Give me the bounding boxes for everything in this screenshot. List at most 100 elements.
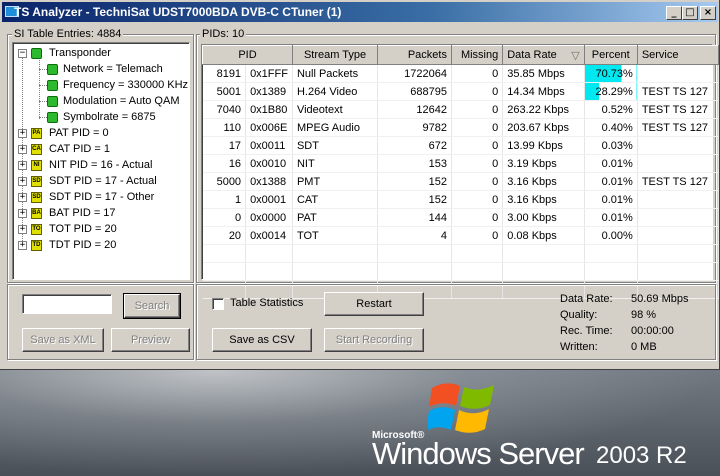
percent-cell: 0.01%	[584, 208, 638, 227]
column-header-missing[interactable]: Missing	[450, 45, 504, 65]
packets-cell: 12642	[377, 100, 452, 119]
pid-decimal-cell: 0	[202, 208, 247, 227]
data-rate-cell: 3.00 Kbps	[502, 208, 585, 227]
expand-icon[interactable]: +	[18, 241, 27, 250]
empty-cell	[377, 244, 452, 263]
service-cell: TEST TS 127	[637, 118, 720, 137]
empty-cell	[202, 244, 247, 263]
missing-cell: 0	[451, 172, 504, 191]
maximize-button[interactable]: □	[682, 6, 698, 20]
pid-hex-cell: 0x1FFF	[245, 64, 293, 83]
stream-type-cell: PAT	[292, 208, 379, 227]
service-cell	[637, 190, 720, 209]
save-as-xml-button[interactable]: Save as XML	[22, 328, 104, 352]
table-row[interactable]: 1 0x0001 CAT 152 0 3.16 Kbps 0.01%	[202, 190, 720, 209]
expand-icon[interactable]: +	[18, 225, 27, 234]
pid-hex-cell: 0x0001	[245, 190, 293, 209]
empty-cell	[502, 244, 585, 263]
column-header-percent[interactable]: Percent	[583, 45, 638, 65]
empty-cell	[584, 244, 638, 263]
tree-node-label: Frequency = 330000 KHz	[63, 79, 189, 91]
tree-node-label: PAT PID = 0	[49, 127, 109, 139]
missing-cell: 0	[451, 154, 504, 173]
missing-cell: 0	[451, 100, 504, 119]
stream-type-cell: PMT	[292, 172, 379, 191]
missing-cell: 0	[451, 190, 504, 209]
table-row[interactable]: 8191 0x1FFF Null Packets 1722064 0 35.85 Mbps…	[202, 64, 720, 83]
column-header-pid[interactable]: PID	[202, 45, 293, 65]
table-row[interactable]: 16 0x0010 NIT 153 0 3.19 Kbps 0.01%	[202, 154, 720, 173]
service-cell	[637, 226, 720, 245]
column-header-data-rate[interactable]: Data Rate ▽	[502, 45, 585, 65]
table-row[interactable]: 20 0x0014 TOT 4 0 0.08 Kbps 0.00%	[202, 226, 720, 245]
percent-cell: 0.01%	[584, 154, 638, 173]
minimize-button[interactable]: _	[666, 6, 682, 20]
collapse-icon[interactable]: −	[18, 49, 27, 58]
close-button[interactable]: ×	[700, 6, 716, 20]
stream-type-cell: Videotext	[292, 100, 379, 119]
table-row[interactable]: 5001 0x1389 H.264 Video 688795 0 14.34 Mbps 28…	[202, 82, 720, 101]
expand-icon[interactable]: +	[18, 209, 27, 218]
version-label: 2003 R2	[596, 442, 687, 469]
tree-node-label: NIT PID = 16 - Actual	[49, 159, 153, 171]
column-header-label: Packets	[407, 49, 447, 61]
written-value: 0 MB	[631, 341, 657, 353]
save-as-csv-button[interactable]: Save as CSV	[212, 328, 312, 352]
percent-cell: 0.40%	[584, 118, 638, 137]
packets-cell: 144	[377, 208, 452, 227]
transponder-icon	[31, 48, 42, 59]
start-recording-button[interactable]: Start Recording	[324, 328, 424, 352]
expand-icon[interactable]: +	[18, 193, 27, 202]
pid-decimal-cell: 20	[202, 226, 247, 245]
expand-icon[interactable]: +	[18, 161, 27, 170]
tree-node-label: TOT PID = 20	[49, 223, 117, 235]
expand-icon[interactable]: +	[18, 177, 27, 186]
table-icon: CA	[31, 144, 42, 155]
ts-analyzer-window: TS Analyzer - TechniSat UDST7000BDA DVB-…	[0, 0, 720, 370]
data-rate-value: 50.69 Mbps	[631, 293, 689, 305]
packets-cell: 688795	[377, 82, 452, 101]
stream-type-cell: NIT	[292, 154, 379, 173]
start-recording-label: Start Recording	[335, 334, 413, 346]
column-header-packets[interactable]: Packets	[377, 45, 452, 65]
window-title: TS Analyzer - TechniSat UDST7000BDA DVB-…	[14, 5, 342, 19]
search-button-label: Search	[134, 300, 170, 312]
windows-server-label: Windows Server	[372, 436, 585, 471]
parameter-icon	[47, 112, 58, 123]
service-cell	[637, 208, 720, 227]
table-icon: SD	[31, 192, 42, 203]
expand-icon[interactable]: +	[18, 129, 27, 138]
empty-cell	[292, 244, 379, 263]
data-rate-cell: 14.34 Mbps	[502, 82, 585, 101]
title-bar[interactable]: TS Analyzer - TechniSat UDST7000BDA DVB-…	[2, 2, 718, 22]
pid-decimal-cell: 16	[202, 154, 247, 173]
preview-button[interactable]: Preview	[111, 328, 190, 352]
percent-cell: 0.01%	[584, 190, 638, 209]
search-button[interactable]: Search	[123, 293, 181, 319]
table-row[interactable]: 110 0x006E MPEG Audio 9782 0 203.67 Kbps 0.40%…	[202, 118, 720, 137]
table-row[interactable]: 17 0x0011 SDT 672 0 13.99 Kbps 0.03%	[202, 136, 720, 155]
column-header-service[interactable]: Service	[636, 45, 720, 65]
si-tree-view[interactable]: − Transponder Network = Telemach Frequency …	[12, 42, 190, 280]
tree-node-label: Modulation = Auto QAM	[63, 95, 180, 107]
tree-node-label: Network = Telemach	[63, 63, 163, 75]
expand-icon[interactable]: +	[18, 145, 27, 154]
search-input[interactable]	[22, 294, 112, 314]
percent-cell: 28.29%	[584, 82, 638, 101]
pid-decimal-cell: 5001	[202, 82, 247, 101]
pid-decimal-cell: 110	[202, 118, 247, 137]
column-header-stream-type[interactable]: Stream Type	[291, 45, 379, 65]
table-statistics-checkbox[interactable]	[212, 298, 224, 310]
save-as-xml-label: Save as XML	[30, 334, 96, 346]
table-icon: SD	[31, 176, 42, 187]
restart-button[interactable]: Restart	[324, 292, 424, 316]
table-row[interactable]: 5000 0x1388 PMT 152 0 3.16 Kbps 0.01% TEST TS 1…	[202, 172, 720, 191]
tree-node-label: SDT PID = 17 - Other	[49, 191, 155, 203]
service-cell: TEST TS 127	[637, 100, 720, 119]
column-header-label: Stream Type	[303, 49, 367, 61]
table-row[interactable]: 7040 0x1B80 Videotext 12642 0 263.22 Kbps 0.52…	[202, 100, 720, 119]
stream-type-cell: SDT	[292, 136, 379, 155]
sort-descending-icon: ▽	[571, 49, 580, 62]
windows-flag-logo	[428, 383, 494, 433]
table-row[interactable]: 0 0x0000 PAT 144 0 3.00 Kbps 0.01%	[202, 208, 720, 227]
